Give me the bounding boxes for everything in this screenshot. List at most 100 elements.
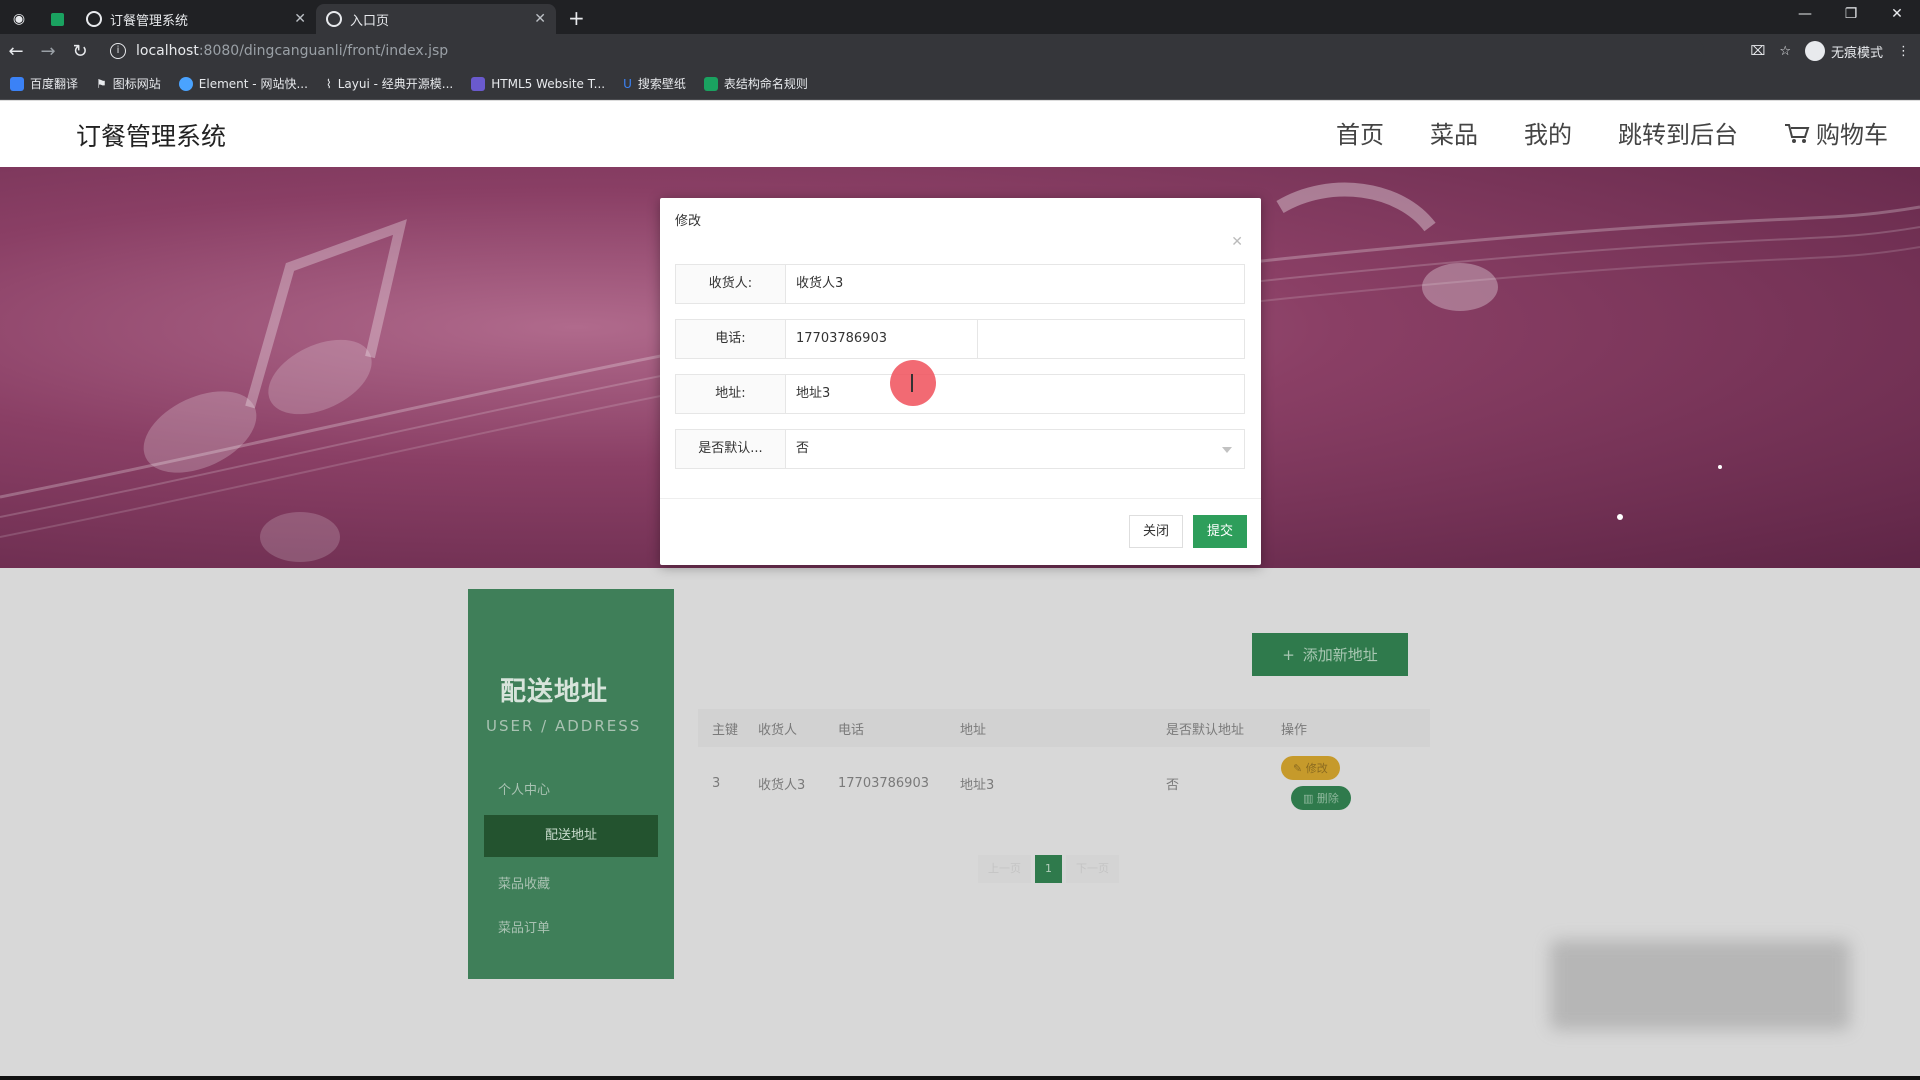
page-1-button[interactable]: 1 — [1035, 855, 1062, 883]
edit-address-dialog: 修改 ✕ 收货人: 收货人3 电话: 17703786903 地址: 地址3 是… — [660, 198, 1261, 565]
sidebar-item-favorites[interactable]: 菜品收藏 — [498, 873, 550, 892]
main-nav: 首页 菜品 我的 跳转到后台 购物车 — [1336, 115, 1888, 150]
sidebar-item-orders[interactable]: 菜品订单 — [498, 917, 550, 936]
sidebar-item-profile[interactable]: 个人中心 — [498, 779, 550, 798]
bookmark-label: HTML5 Website T... — [491, 76, 606, 91]
default-select[interactable]: 否 — [785, 429, 1245, 469]
forward-icon[interactable]: → — [32, 41, 64, 62]
url-host: localhost — [136, 43, 199, 59]
nav-backend[interactable]: 跳转到后台 — [1618, 115, 1738, 150]
bookmark-label: 百度翻译 — [30, 77, 79, 91]
bookmarks-bar: 百度翻译 ⚑ 图标网站 Element - 网站快... ⌇ Layui - 经典开… — [0, 68, 1920, 100]
close-icon[interactable]: ✕ — [1231, 234, 1243, 250]
cell-phone: 17703786903 — [838, 775, 929, 791]
sidebar-subtitle: USER / ADDRESS — [486, 717, 642, 735]
phone-label: 电话: — [675, 319, 785, 359]
table-row: 3 收货人3 17703786903 地址3 否 ✎ 修改 ▥ 删除 — [698, 747, 1430, 819]
pencil-icon: ✎ — [1293, 762, 1306, 775]
sheet-icon — [703, 76, 718, 91]
pinned-tab-chrome-icon[interactable]: ◉ — [0, 4, 38, 34]
incognito-icon — [1804, 41, 1825, 61]
dialog-title: 修改 — [675, 214, 702, 229]
col-address: 地址 — [960, 722, 987, 738]
trash-icon: ▥ — [1303, 792, 1317, 805]
phone-input[interactable]: 17703786903 — [785, 319, 1245, 359]
sidebar: 配送地址 USER / ADDRESS 个人中心 配送地址 菜品收藏 菜品订单 — [468, 589, 674, 979]
incognito-profile[interactable]: 无痕模式 — [1804, 41, 1883, 61]
default-label: 是否默认... — [675, 429, 785, 469]
tab-entry-page[interactable]: 入口页 ✕ — [316, 4, 556, 34]
delete-button[interactable]: ▥ 删除 — [1291, 786, 1351, 810]
bookmark-label: Element - 网站快... — [198, 77, 308, 91]
close-icon[interactable]: ✕ — [534, 11, 546, 27]
nav-cart[interactable]: 购物车 — [1784, 115, 1888, 150]
url-path: :8080/dingcanguanli/front/index.jsp — [198, 43, 449, 59]
address-label: 地址: — [675, 374, 785, 414]
address-input[interactable]: 地址3 — [785, 374, 1245, 414]
reload-icon[interactable]: ↻ — [64, 41, 96, 62]
nav-mine[interactable]: 我的 — [1524, 115, 1572, 150]
next-page-button[interactable]: 下一页 — [1066, 855, 1119, 883]
profile-label: 无痕模式 — [1830, 45, 1883, 61]
screen-bottom-edge — [0, 1076, 1920, 1080]
bookmark-item[interactable]: 百度翻译 — [10, 75, 78, 92]
browser-tabbar: ◉ 订餐管理系统 ✕ 入口页 ✕ + — ❐ ✕ — [0, 0, 1920, 34]
site-header: 订餐管理系统 首页 菜品 我的 跳转到后台 购物车 — [0, 101, 1920, 167]
close-window-icon[interactable]: ✕ — [1874, 0, 1920, 30]
cell-receiver: 收货人3 — [758, 777, 806, 793]
tab-order-system[interactable]: 订餐管理系统 ✕ — [76, 4, 316, 34]
submit-button[interactable]: 提交 — [1193, 515, 1247, 548]
restore-icon[interactable]: ❐ — [1828, 0, 1874, 30]
bookmark-item[interactable]: ⚑ 图标网站 — [96, 75, 161, 92]
bookmark-label: 图标网站 — [112, 77, 161, 91]
sidebar-item-address[interactable]: 配送地址 — [484, 815, 658, 857]
pinned-tab-sheet-icon[interactable] — [38, 4, 76, 34]
bookmark-label: 表结构命名规则 — [723, 77, 808, 91]
dialog-footer: 关闭 提交 — [660, 498, 1261, 565]
toolbar-right: ⌧ ☆ 无痕模式 ⋮ — [1750, 34, 1910, 68]
star-icon[interactable]: ☆ — [1779, 44, 1791, 59]
bookmark-label: 搜索壁纸 — [637, 77, 686, 91]
close-button[interactable]: 关闭 — [1129, 515, 1183, 548]
new-tab-button[interactable]: + — [556, 6, 597, 34]
menu-kebab-icon[interactable]: ⋮ — [1897, 44, 1910, 59]
nav-home[interactable]: 首页 — [1336, 115, 1384, 150]
pagination: 上一页 1 下一页 — [978, 855, 1119, 883]
translate-icon[interactable]: ⌧ — [1750, 44, 1765, 59]
element-icon — [178, 76, 193, 91]
globe-icon — [326, 11, 342, 27]
cell-actions: ✎ 修改 ▥ 删除 — [1281, 756, 1430, 810]
receiver-input[interactable]: 收货人3 — [785, 264, 1245, 304]
minimize-icon[interactable]: — — [1782, 0, 1828, 30]
bookmark-item[interactable]: U 搜索壁纸 — [623, 75, 686, 92]
bookmark-item[interactable]: ⌇ Layui - 经典开源模... — [326, 75, 453, 92]
back-icon[interactable]: ← — [0, 41, 32, 62]
flag-icon: ⚑ — [96, 76, 107, 91]
bookmark-item[interactable]: HTML5 Website T... — [471, 76, 606, 91]
prev-page-button[interactable]: 上一页 — [978, 855, 1031, 883]
bookmark-item[interactable]: Element - 网站快... — [178, 75, 308, 92]
add-address-button[interactable]: + 添加新地址 — [1252, 633, 1408, 676]
form-row-phone: 电话: 17703786903 — [675, 319, 1245, 359]
text-cursor-icon — [911, 374, 913, 392]
tab-title: 入口页 — [350, 13, 390, 29]
page-content: 配送地址 USER / ADDRESS 个人中心 配送地址 菜品收藏 菜品订单 … — [0, 568, 1920, 1077]
sidebar-title: 配送地址 — [500, 677, 609, 707]
wallpaper-icon: U — [623, 76, 632, 91]
close-icon[interactable]: ✕ — [294, 11, 306, 27]
edit-label: 修改 — [1305, 762, 1328, 775]
globe-icon — [86, 11, 102, 27]
receiver-label: 收货人: — [675, 264, 785, 304]
plus-icon: + — [1282, 645, 1295, 664]
cell-address: 地址3 — [960, 777, 995, 793]
info-icon[interactable]: i — [110, 43, 126, 59]
site-brand[interactable]: 订餐管理系统 — [76, 117, 226, 153]
browser-toolbar: ← → ↻ i localhost:8080/dingcanguanli/fro… — [0, 34, 1920, 68]
default-select-value: 否 — [796, 441, 810, 456]
nav-dishes[interactable]: 菜品 — [1430, 115, 1478, 150]
input-divider — [977, 320, 978, 358]
edit-button[interactable]: ✎ 修改 — [1281, 756, 1340, 780]
col-default: 是否默认地址 — [1166, 722, 1245, 738]
address-bar[interactable]: i localhost:8080/dingcanguanli/front/ind… — [104, 37, 1704, 65]
bookmark-item[interactable]: 表结构命名规则 — [703, 75, 808, 92]
